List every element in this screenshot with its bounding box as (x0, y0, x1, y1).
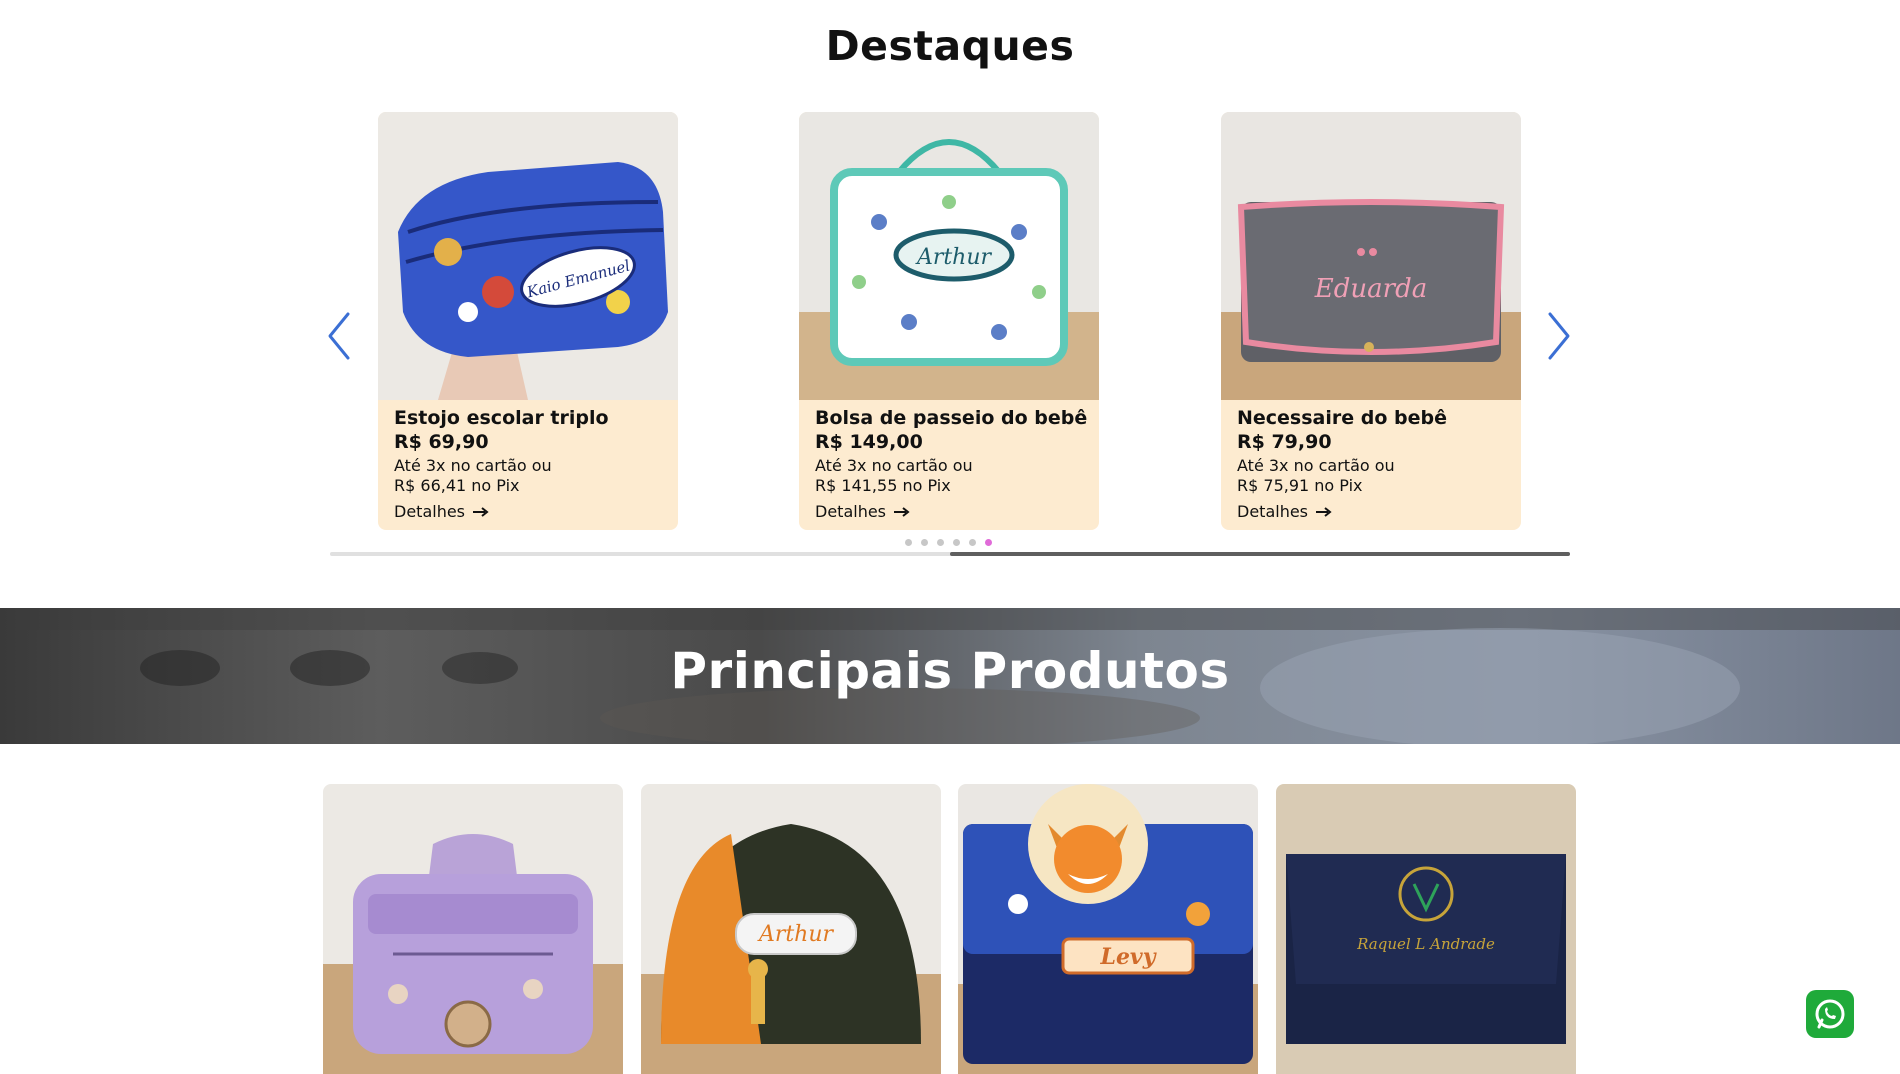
arrow-right-icon (894, 507, 910, 517)
details-link[interactable]: Detalhes (394, 502, 489, 522)
details-link[interactable]: Detalhes (1237, 502, 1332, 522)
product-image[interactable]: Kaio Emanuel (378, 112, 678, 400)
whatsapp-icon (1815, 999, 1845, 1029)
product-image[interactable]: Arthur (641, 784, 941, 1074)
embroidery-text: Raquel L Andrade (1356, 935, 1495, 953)
product-card[interactable]: Arthur Bolsa de passeio do bebê R$ 149,0… (799, 112, 1099, 530)
embroidery-text: Arthur (757, 922, 835, 947)
pagination-dot[interactable] (985, 539, 992, 546)
product-card[interactable] (323, 784, 623, 1074)
whatsapp-button[interactable] (1806, 990, 1854, 1038)
product-card[interactable]: Kaio Emanuel Estojo escolar triplo R$ 69… (378, 112, 678, 530)
scrollbar-thumb[interactable] (950, 552, 1570, 556)
product-name: Estojo escolar triplo (394, 407, 609, 429)
product-image[interactable]: Raquel L Andrade (1276, 784, 1576, 1074)
details-label: Detalhes (815, 502, 887, 521)
product-name: Necessaire do bebê (1237, 407, 1448, 429)
product-price: R$ 149,00 (815, 431, 923, 453)
product-card[interactable]: Arthur (641, 784, 941, 1074)
product-card[interactable]: Raquel L Andrade (1276, 784, 1576, 1074)
product-name: Bolsa de passeio do bebê (815, 407, 1088, 429)
product-card[interactable]: Eduarda Necessaire do bebê R$ 79,90 Até … (1221, 112, 1521, 530)
product-price: R$ 69,90 (394, 431, 489, 453)
section-title-destaques: Destaques (825, 22, 1075, 70)
section-banner: Principais Produtos (0, 608, 1900, 744)
product-image[interactable]: Eduarda (1221, 112, 1521, 400)
pagination-dot[interactable] (937, 539, 944, 546)
chevron-right-icon[interactable] (1540, 310, 1576, 362)
details-label: Detalhes (1237, 502, 1309, 521)
pagination-dot[interactable] (969, 539, 976, 546)
details-label: Detalhes (394, 502, 466, 521)
product-image[interactable] (323, 784, 623, 1074)
pagination-dot[interactable] (953, 539, 960, 546)
carousel-scrollbar[interactable] (330, 552, 1570, 556)
product-price: R$ 79,90 (1237, 431, 1332, 453)
product-image[interactable]: Levy (958, 784, 1258, 1074)
product-pix-price: R$ 75,91 no Pix (1237, 476, 1363, 495)
product-installments: Até 3x no cartão ou (394, 456, 552, 475)
section-title-principais: Principais Produtos (670, 642, 1230, 700)
product-installments: Até 3x no cartão ou (815, 456, 973, 475)
product-image[interactable]: Arthur (799, 112, 1099, 400)
chevron-left-icon[interactable] (322, 310, 358, 362)
pagination-dot[interactable] (921, 539, 928, 546)
details-link[interactable]: Detalhes (815, 502, 910, 522)
carousel-pagination (905, 539, 992, 546)
product-installments: Até 3x no cartão ou (1237, 456, 1395, 475)
product-pix-price: R$ 141,55 no Pix (815, 476, 951, 495)
product-pix-price: R$ 66,41 no Pix (394, 476, 520, 495)
pagination-dot[interactable] (905, 539, 912, 546)
embroidery-text: Levy (1099, 944, 1157, 970)
embroidery-text: Eduarda (1314, 274, 1427, 304)
arrow-right-icon (473, 507, 489, 517)
arrow-right-icon (1316, 507, 1332, 517)
embroidery-text: Arthur (915, 245, 993, 270)
product-card[interactable]: Levy (958, 784, 1258, 1074)
